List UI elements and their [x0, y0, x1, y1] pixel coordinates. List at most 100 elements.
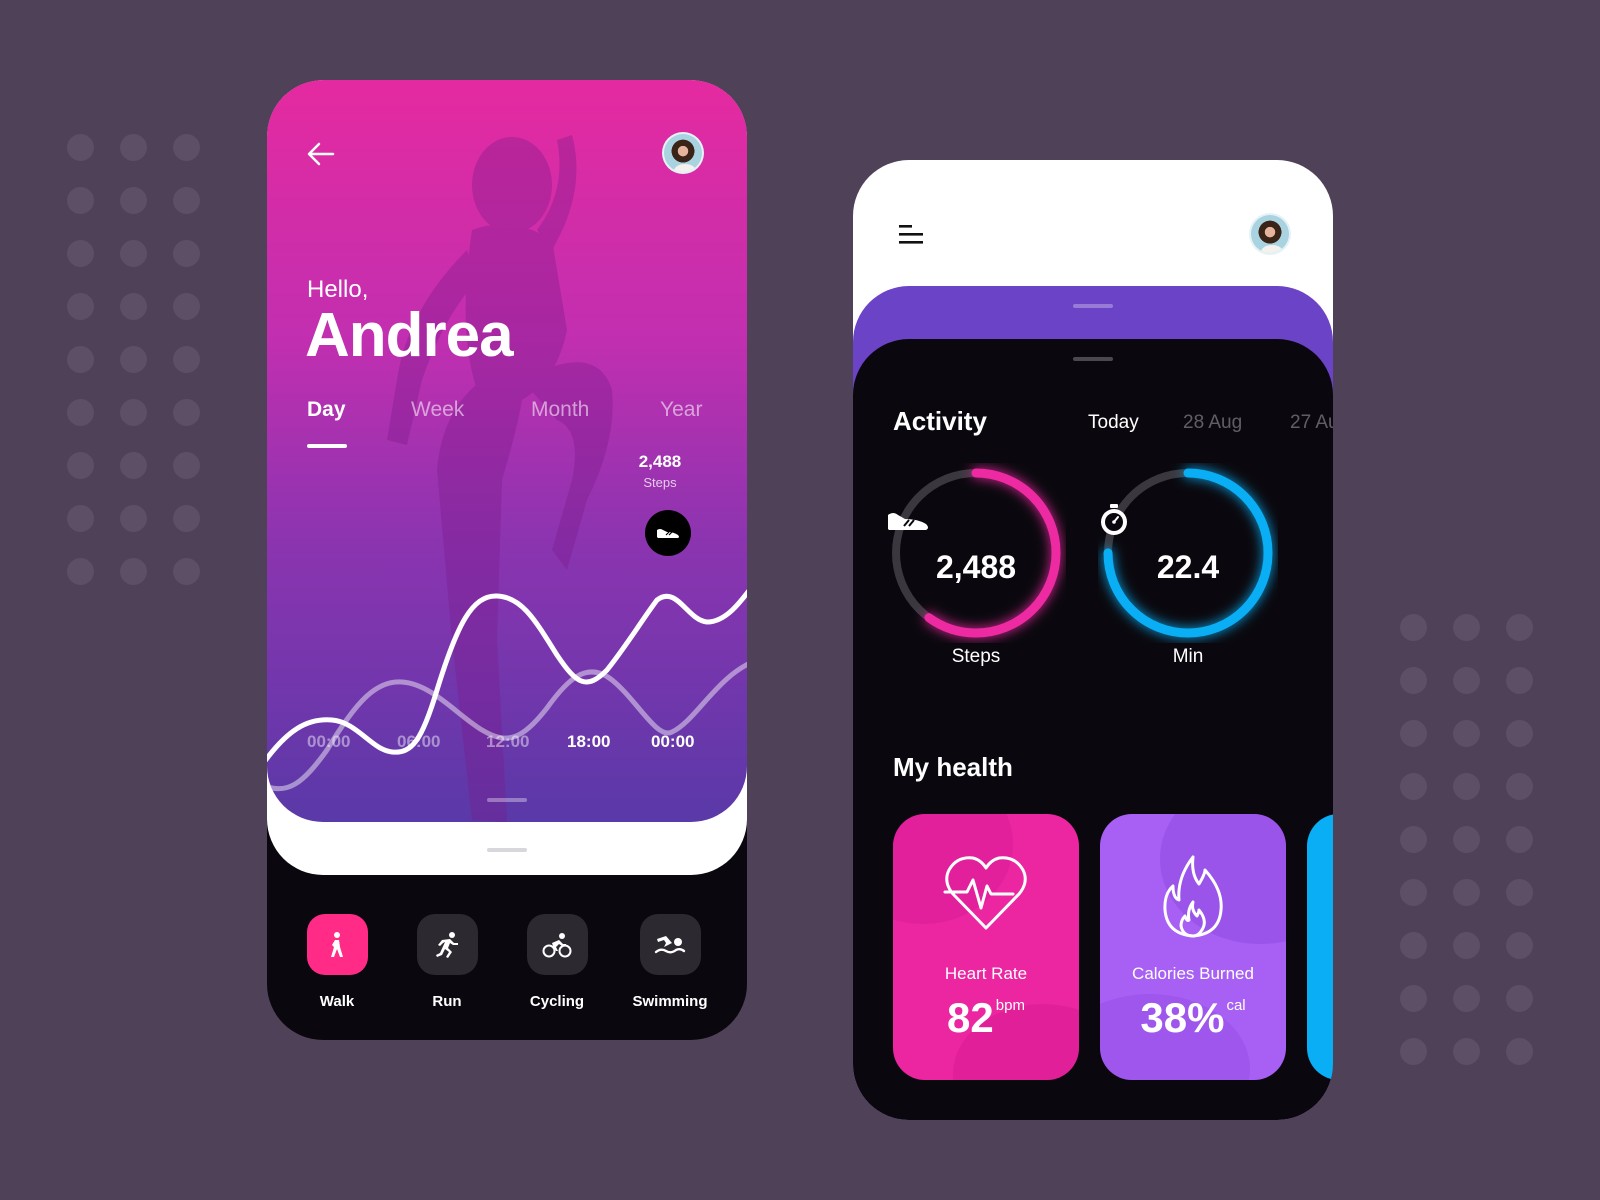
decorative-dot	[1400, 932, 1427, 959]
steps-value: 2,488	[935, 549, 1017, 585]
calories-value: 38%	[1140, 994, 1225, 1041]
time-label: 00:00	[651, 732, 695, 751]
decorative-dot	[120, 399, 147, 426]
decorative-dot	[173, 134, 200, 161]
cycling-button[interactable]	[526, 914, 588, 975]
activity-walk[interactable]: Walk	[287, 914, 387, 1010]
heart-rate-value: 82	[947, 994, 994, 1041]
minutes-label: Min	[1172, 646, 1204, 667]
activity-label: Cycling	[529, 993, 585, 1010]
decorative-dot	[120, 187, 147, 214]
walk-icon	[331, 931, 343, 957]
decorative-dot	[173, 399, 200, 426]
phone-screen-activity: Activity Today 28 Aug 27 Aug 2,488 Steps	[853, 160, 1333, 1120]
swimming-button[interactable]	[639, 914, 701, 975]
stopwatch-icon	[1101, 504, 1127, 535]
decorative-dot	[1453, 773, 1480, 800]
decorative-dot	[67, 399, 94, 426]
walk-button[interactable]	[306, 914, 368, 975]
decorative-dot	[67, 134, 94, 161]
decorative-dot	[120, 293, 147, 320]
user-avatar[interactable]	[1249, 213, 1291, 255]
steps-label: Steps	[951, 646, 1001, 667]
activity-swimming[interactable]: Swimming	[620, 914, 720, 1010]
activity-label: Walk	[319, 993, 355, 1010]
decorative-dot	[1400, 1038, 1427, 1065]
calories-card[interactable]: Calories Burned 38% cal	[1100, 814, 1286, 1080]
date-tab-27-aug[interactable]: 27 Aug	[1290, 412, 1333, 434]
card-value: 82 bpm	[893, 994, 1079, 1042]
card-title: Calories Burned	[1132, 964, 1254, 983]
decorative-dot	[1453, 614, 1480, 641]
decorative-dot	[1453, 826, 1480, 853]
decorative-dot	[1453, 1038, 1480, 1065]
decorative-dot	[1400, 826, 1427, 853]
activity-label: Swimming	[632, 993, 708, 1010]
time-label: 06:00	[397, 732, 441, 751]
decorative-dot	[1506, 826, 1533, 853]
activity-sheet-handle[interactable]	[1073, 357, 1113, 361]
activity-label: Run	[432, 993, 462, 1010]
decorative-dot	[67, 558, 94, 585]
menu-icon[interactable]	[897, 222, 925, 246]
user-name-heading: Andrea	[305, 301, 514, 370]
time-axis: 00:00 06:00 12:00 18:00 00:00	[267, 732, 747, 756]
flame-icon	[1163, 855, 1223, 938]
tooltip-label: Steps	[643, 475, 677, 490]
my-health-heading: My health	[893, 752, 1013, 782]
decorative-dot	[67, 240, 94, 267]
decorative-dot	[1506, 932, 1533, 959]
decorative-dot	[1400, 773, 1427, 800]
decorative-dot	[173, 187, 200, 214]
decorative-dot	[173, 452, 200, 479]
decorative-dot	[1400, 879, 1427, 906]
run-icon	[436, 931, 458, 958]
decorative-dot	[173, 558, 200, 585]
decorative-dot	[67, 452, 94, 479]
decorative-dot	[120, 505, 147, 532]
period-tabs: Day Week Month Year	[307, 398, 707, 448]
card-title: Heart Rate	[944, 964, 1028, 983]
decorative-dot	[120, 240, 147, 267]
partial-health-card[interactable]	[1307, 814, 1333, 1080]
tab-day[interactable]: Day	[307, 398, 346, 422]
calories-unit: cal	[1226, 997, 1246, 1014]
decorative-dot	[67, 187, 94, 214]
decorative-dot	[173, 293, 200, 320]
hero-drag-handle[interactable]	[487, 798, 527, 802]
user-avatar[interactable]	[662, 132, 704, 174]
sneaker-icon	[657, 529, 679, 538]
time-label: 12:00	[486, 732, 530, 751]
decorative-dot	[1453, 879, 1480, 906]
minutes-ring: 22.4	[1098, 463, 1278, 643]
time-label: 18:00	[567, 732, 611, 751]
decorative-dot	[1506, 879, 1533, 906]
tab-month[interactable]: Month	[531, 398, 589, 422]
run-button[interactable]	[416, 914, 478, 975]
decorative-dot	[1506, 720, 1533, 747]
hero-panel: Hello, Andrea Day Week Month Year 2,488 …	[267, 80, 747, 822]
decorative-dot	[67, 293, 94, 320]
heart-rate-card[interactable]: Heart Rate 82 bpm	[893, 814, 1079, 1080]
decorative-dot	[1400, 985, 1427, 1012]
decorative-dot	[1506, 1038, 1533, 1065]
cycling-icon	[542, 932, 572, 957]
heart-rate-icon	[943, 856, 1027, 930]
tab-week[interactable]: Week	[411, 398, 464, 422]
activity-cycling[interactable]: Cycling	[507, 914, 607, 1010]
date-tab-28-aug[interactable]: 28 Aug	[1183, 412, 1242, 434]
decorative-dot	[1506, 985, 1533, 1012]
activity-type-selector: Walk Run Cycling Swimming	[267, 914, 747, 1024]
decorative-dot	[1453, 932, 1480, 959]
sheet-drag-handle[interactable]	[487, 848, 527, 852]
chart-marker[interactable]	[645, 510, 691, 556]
steps-line-chart	[267, 589, 747, 792]
activity-run[interactable]: Run	[397, 914, 497, 1010]
decorative-dot	[1400, 720, 1427, 747]
tab-year[interactable]: Year	[660, 398, 702, 422]
back-arrow-icon[interactable]	[305, 138, 337, 170]
date-tab-today[interactable]: Today	[1088, 412, 1139, 434]
purple-sheet-handle[interactable]	[1073, 304, 1113, 308]
time-label: 00:00	[307, 732, 351, 751]
decorative-dot	[173, 240, 200, 267]
